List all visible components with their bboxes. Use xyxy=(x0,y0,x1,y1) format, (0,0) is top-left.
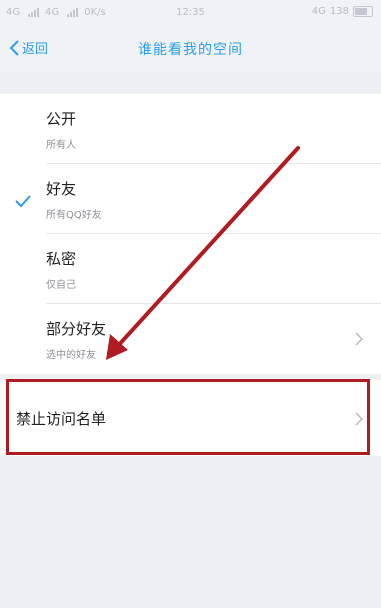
chevron-right-icon xyxy=(355,332,363,346)
option-desc: 选中的好友 xyxy=(46,350,96,361)
visibility-options-list: 公开 所有人 好友 所有QQ好友 私密 仅自己 部分好友 选中的好友 xyxy=(0,94,381,374)
option-desc: 所有QQ好友 xyxy=(46,210,102,221)
back-button[interactable]: 返回 xyxy=(8,38,48,57)
page-title: 谁能看我的空间 xyxy=(138,42,243,58)
option-some-friends[interactable]: 部分好友 选中的好友 xyxy=(0,304,381,374)
option-friends[interactable]: 好友 所有QQ好友 xyxy=(0,164,381,234)
option-public[interactable]: 公开 所有人 xyxy=(0,94,381,164)
chevron-right-icon xyxy=(355,412,363,426)
nav-bar: 返回 谁能看我的空间 xyxy=(0,26,381,72)
status-bar: 4G 4G 0K/s 12:35 4G 138 xyxy=(0,0,381,26)
battery-level: 138 xyxy=(329,6,349,17)
battery-icon xyxy=(353,6,373,17)
option-label: 好友 xyxy=(46,180,77,198)
option-label: 公开 xyxy=(46,110,77,128)
checkmark-icon xyxy=(15,195,31,208)
chevron-left-icon xyxy=(9,39,19,56)
option-desc: 仅自己 xyxy=(46,280,76,291)
banned-access-list-row[interactable]: 禁止访问名单 xyxy=(0,380,381,456)
option-desc: 所有人 xyxy=(46,140,76,151)
right-network-label: 4G xyxy=(311,6,326,17)
back-label: 返回 xyxy=(22,42,49,57)
option-label: 私密 xyxy=(46,250,77,268)
option-label: 部分好友 xyxy=(46,320,107,338)
option-private[interactable]: 私密 仅自己 xyxy=(0,234,381,304)
banned-list-label: 禁止访问名单 xyxy=(16,410,107,428)
